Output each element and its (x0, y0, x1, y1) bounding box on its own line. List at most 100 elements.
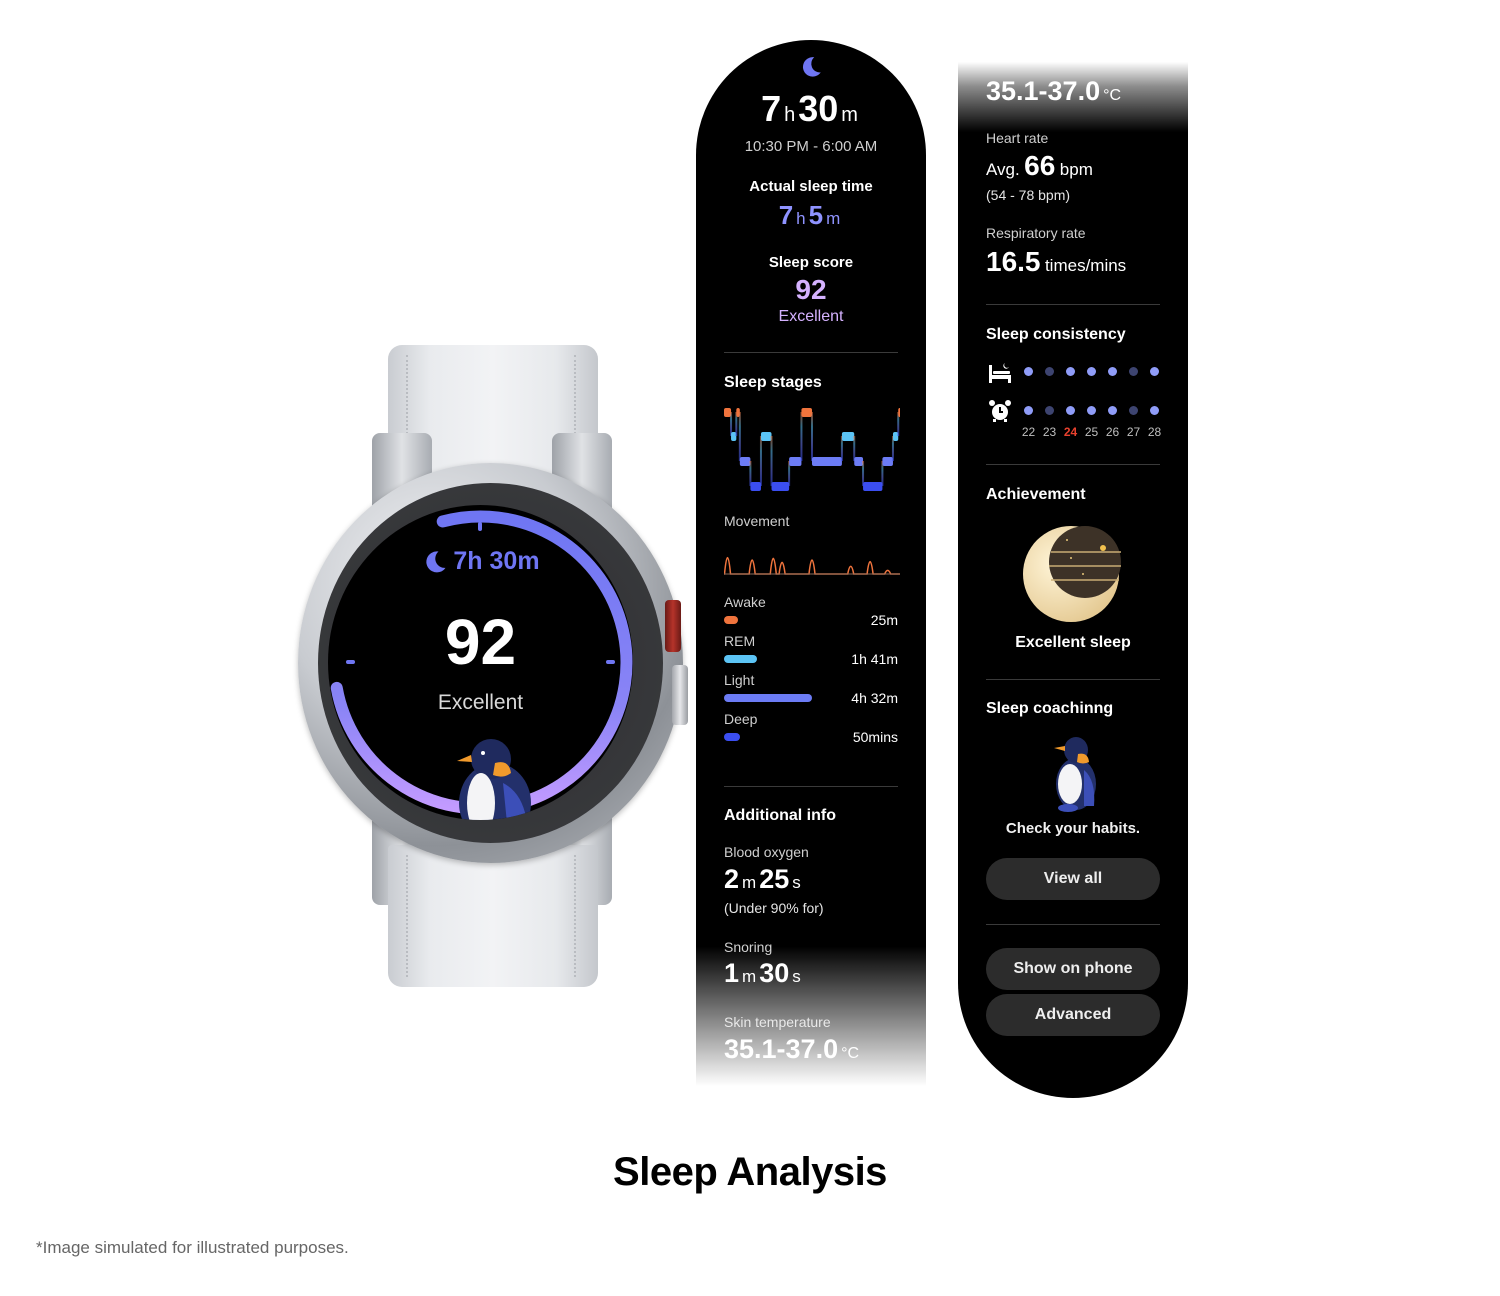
respiratory-rate-value: 16.5 times/mins (986, 246, 1127, 277)
penguin-mascot-icon (1054, 737, 1096, 812)
bedtime-dot (1018, 367, 1039, 376)
disclaimer: *Image simulated for illustrated purpose… (36, 1238, 349, 1257)
stage-row-rem: REM 1h 41m (724, 633, 898, 667)
divider (724, 352, 898, 353)
bedtime-dot (1144, 367, 1165, 376)
stage-bar (724, 733, 741, 741)
moon-icon (802, 57, 821, 77)
stage-duration: 1h 41m (851, 651, 898, 667)
movement-label: Movement (724, 513, 790, 529)
stage-transition (730, 412, 733, 436)
actual-sleep-label: Actual sleep time (749, 178, 873, 195)
divider (986, 304, 1160, 305)
blood-oxygen-value: 2 m 25 s (724, 864, 801, 894)
sleep-stages-chart (724, 408, 900, 491)
movement-line (724, 556, 900, 575)
stage-name: REM (724, 633, 756, 649)
stage-bar (724, 655, 757, 663)
achievement-label: Excellent sleep (1015, 634, 1131, 651)
coaching-text: Check your habits. (1005, 820, 1141, 837)
stage-row-light: Light 4h 32m (724, 672, 898, 706)
stage-segment-light (882, 457, 893, 466)
respiratory-rate-label: Respiratory rate (986, 225, 1086, 241)
bedtime-dot (1102, 367, 1123, 376)
stage-segment-light (854, 457, 864, 466)
sleep-score-label: Sleep score (768, 254, 854, 271)
show-on-phone-button[interactable]: Show on phone (986, 948, 1160, 990)
wake-dot (1123, 406, 1144, 415)
additional-info-title: Additional info (724, 807, 836, 824)
divider (986, 924, 1160, 925)
wake-dot (1060, 406, 1081, 415)
day-label: 23 (1042, 425, 1057, 439)
stage-transition (759, 436, 762, 486)
stage-segment-light (812, 457, 842, 466)
stage-segment-light (789, 457, 802, 466)
total-sleep-duration: 7 h30 m (696, 88, 926, 130)
heart-rate-label: Heart rate (986, 130, 1049, 146)
day-labels: 22 23 24 25 26 27 28 (1018, 425, 1165, 439)
crescent-moon-badge-icon (1023, 526, 1121, 622)
stage-segment-deep (750, 482, 761, 491)
minute-unit: m (841, 104, 858, 126)
achievement-title: Achievement (986, 486, 1086, 503)
wake-dot (1018, 406, 1039, 415)
day-label: 27 (1126, 425, 1141, 439)
heart-rate-range: (54 - 78 bpm) (986, 187, 1071, 203)
stage-name: Awake (724, 594, 766, 610)
watch-screen[interactable]: 7h 30m 92 Excellent (328, 505, 633, 820)
watch-score: 92 (444, 606, 517, 678)
penguin-mascot-icon (457, 739, 531, 820)
stage-segment-deep (863, 482, 883, 491)
divider (986, 679, 1160, 680)
sleep-score-rating: Excellent (778, 308, 844, 325)
day-label: 28 (1147, 425, 1162, 439)
stage-duration: 50mins (852, 729, 898, 745)
stage-name: Light (724, 672, 755, 688)
sleep-stages-title: Sleep stages (724, 374, 822, 391)
tick-top (478, 522, 482, 531)
hour-unit: h (784, 104, 796, 126)
sleep-details-panel[interactable]: 35.1-37.0 °C Heart rate Avg. 66 bpm (54 -… (958, 62, 1188, 1098)
stage-bar (724, 694, 812, 702)
stage-bar (724, 616, 738, 624)
bedtime-dots (1018, 367, 1165, 376)
sleep-coaching-title: Sleep coachinng (986, 700, 1114, 717)
day-label: 26 (1105, 425, 1120, 439)
bedtime-dot (1060, 367, 1081, 376)
snoring-value: 1 m 30 s (724, 958, 801, 988)
stage-name: Deep (724, 711, 758, 727)
back-button[interactable] (665, 600, 681, 652)
stage-duration: 25m (870, 612, 898, 628)
skin-temp-value: 35.1-37.0 °C (986, 76, 1122, 106)
home-button[interactable] (672, 665, 688, 725)
stage-row-awake: Awake 25m (724, 594, 898, 628)
sleep-summary-panel[interactable]: 7 h30 m 10:30 PM - 6:00 AM Actual sleep ti… (696, 40, 926, 1086)
stage-duration: 4h 32m (851, 690, 898, 706)
watch-strap-bottom (388, 845, 598, 987)
watch-duration: 7h 30m (453, 547, 540, 575)
divider (986, 464, 1160, 465)
stage-transition (738, 412, 741, 461)
bedtime-dot (1123, 367, 1144, 376)
divider (724, 786, 898, 787)
actual-sleep-value: 7h5m (778, 200, 841, 230)
stage-segment-rem (760, 432, 772, 441)
wake-dot (1102, 406, 1123, 415)
stage-transition (749, 461, 752, 486)
stage-segment-deep (771, 482, 790, 491)
wake-dot (1081, 406, 1102, 415)
advanced-button[interactable]: Advanced (986, 994, 1160, 1036)
alarm-clock-icon (989, 400, 1011, 422)
day-label: 22 (1021, 425, 1036, 439)
stage-transition (862, 461, 865, 486)
skin-temp-value: 35.1-37.0 °C (724, 1034, 860, 1064)
watch-score-label: Excellent (437, 691, 524, 714)
view-all-button[interactable]: View all (986, 858, 1160, 900)
moon-icon (426, 550, 446, 572)
wake-dot (1144, 406, 1165, 415)
stage-segment-awake (898, 408, 900, 417)
stage-transition (770, 436, 773, 486)
stage-segment-light (739, 457, 751, 466)
total-minutes: 30 (798, 88, 839, 129)
